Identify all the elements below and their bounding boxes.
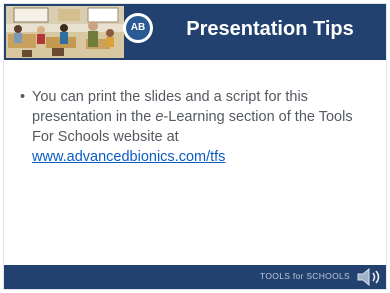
footer-brand-text: TOOLS for SCHOOLS <box>260 271 350 281</box>
tfs-website-link[interactable]: www.advancedbionics.com/tfs <box>32 149 225 165</box>
bullet-icon: • <box>20 89 26 105</box>
logo-text: AB <box>126 16 150 40</box>
classroom-photo <box>6 6 124 58</box>
speaker-icon[interactable] <box>352 266 386 288</box>
slide-title: Presentation Tips <box>186 18 354 40</box>
advanced-bionics-logo: AB <box>123 13 153 43</box>
bullet-text: You can print the slides and a script fo… <box>32 87 376 167</box>
slide-content: • You can print the slides and a script … <box>14 87 376 167</box>
slide: AB Presentation Tips • You can print the… <box>0 0 390 293</box>
bullet-item: • You can print the slides and a script … <box>14 87 376 167</box>
footer-bar: TOOLS for SCHOOLS <box>4 265 386 289</box>
